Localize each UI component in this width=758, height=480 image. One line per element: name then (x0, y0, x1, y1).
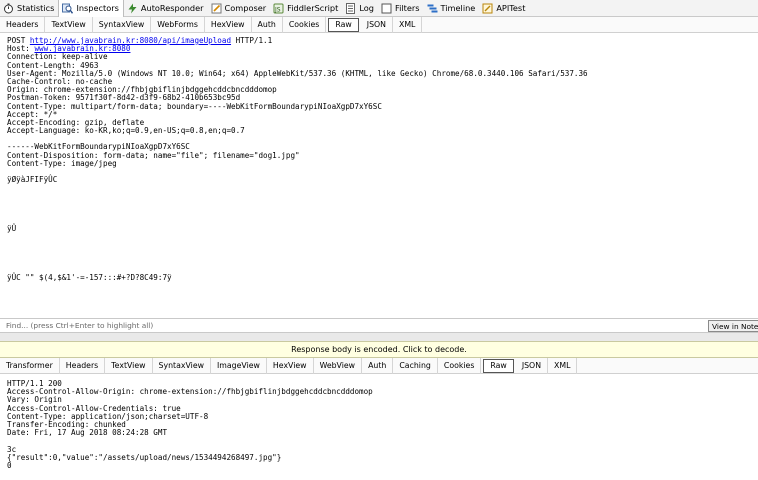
request-line: ÿÛ (7, 225, 758, 233)
request-tab-raw[interactable]: Raw (328, 17, 359, 32)
main-tab-timeline[interactable]: Timeline (424, 0, 480, 17)
view-in-notepad-button[interactable]: View in Notepad (708, 320, 758, 332)
response-line (7, 437, 758, 445)
response-line: 0 (7, 460, 12, 470)
pencil-icon (211, 3, 222, 14)
request-line-text: ÿÛ (7, 224, 17, 234)
response-line: Date: Fri, 17 Aug 2018 08:24:28 GMT (7, 428, 168, 438)
main-tab-apitest[interactable]: APITest (479, 0, 529, 17)
main-tab-log[interactable]: Log (342, 0, 378, 17)
response-tab-bar: Transformer Headers TextView SyntaxView Imag… (0, 357, 758, 374)
response-tab-syntaxview[interactable]: SyntaxView (153, 357, 211, 374)
request-line (7, 193, 758, 201)
request-line-text: Content-Type: multipart/form-data; bound… (7, 101, 382, 111)
request-line (7, 217, 758, 225)
request-line (7, 242, 758, 250)
request-line: Connection: keep-alive (7, 53, 758, 61)
request-tab-auth[interactable]: Auth (252, 16, 283, 33)
request-line (7, 250, 758, 258)
request-line (7, 234, 758, 242)
request-line: ÿÛC "" $(4,$&1'-=-157:::#+?D?8C49:7ÿ (7, 274, 758, 282)
request-line (7, 184, 758, 192)
request-line (7, 291, 758, 299)
request-line-text: Content-Type: image/jpeg (7, 158, 117, 168)
request-line (7, 201, 758, 209)
magnifier-icon (62, 3, 74, 14)
response-tab-json[interactable]: JSON (516, 357, 549, 374)
response-tab-hexview[interactable]: HexView (267, 357, 314, 374)
main-tab-label: Timeline (440, 3, 476, 13)
main-tab-label: Log (359, 3, 374, 13)
response-tab-auth[interactable]: Auth (362, 357, 394, 374)
response-tab-cookies[interactable]: Cookies (438, 357, 482, 374)
main-tab-label: Statistics (17, 3, 55, 13)
request-tab-json[interactable]: JSON (361, 16, 393, 33)
request-tab-headers[interactable]: Headers (0, 16, 46, 33)
request-line (7, 168, 758, 176)
main-tab-statistics[interactable]: Statistics (0, 0, 58, 17)
main-tab-label: Composer (224, 3, 267, 13)
request-line: Accept-Language: ko-KR,ko;q=0.9,en-US;q=… (7, 126, 758, 136)
find-bar: Find... (press Ctrl+Enter to highlight a… (0, 318, 758, 333)
request-raw-pane[interactable]: POST http://www.javabrain.kr:8080/api/im… (0, 34, 758, 318)
main-tab-label: Inspectors (76, 3, 119, 13)
checkbox-icon (381, 3, 392, 14)
request-tab-textview[interactable]: TextView (45, 16, 93, 33)
request-tab-bar: Headers TextView SyntaxView WebForms HexView… (0, 16, 758, 33)
request-tab-syntaxview[interactable]: SyntaxView (93, 16, 152, 33)
timeline-icon (427, 3, 438, 14)
request-line-text: ÿØÿàJFIFÿÛC (7, 175, 76, 185)
request-line (7, 307, 758, 315)
request-line (7, 299, 758, 307)
request-line: Content-Type: multipart/form-data; bound… (7, 101, 758, 111)
response-line: {"result":0,"value":"/assets/upload/news… (7, 452, 282, 462)
main-tab-label: APITest (496, 3, 526, 13)
request-line-suffix: HTTP/1.1 (231, 36, 273, 45)
main-tab-filters[interactable]: Filters (378, 0, 424, 17)
request-line-text: Accept-Language: ko-KR,ko;q=0.9,en-US;q=… (7, 126, 245, 136)
request-tab-webforms[interactable]: WebForms (151, 16, 205, 33)
script-icon: JS (273, 3, 284, 14)
request-tab-hexview[interactable]: HexView (205, 16, 252, 33)
request-line: Content-Disposition: form-data; name="fi… (7, 151, 758, 160)
response-tab-imageview[interactable]: ImageView (211, 357, 267, 374)
request-tab-cookies[interactable]: Cookies (283, 16, 327, 33)
response-tab-textview[interactable]: TextView (105, 357, 153, 374)
request-line: ÿØÿàJFIFÿÛC (7, 176, 758, 184)
response-tab-raw[interactable]: Raw (483, 358, 514, 373)
lightning-icon (127, 3, 138, 14)
main-tab-composer[interactable]: Composer (208, 0, 271, 17)
request-tab-xml[interactable]: XML (393, 16, 423, 33)
stopwatch-icon (3, 3, 14, 14)
request-line: Host: www.javabrain.kr:8080 (7, 45, 758, 53)
request-line (7, 283, 758, 291)
svg-text:JS: JS (274, 6, 281, 13)
main-tab-label: AutoResponder (140, 3, 204, 13)
main-tab-label: FiddlerScript (287, 3, 339, 13)
response-line: Access-Control-Allow-Origin: chrome-exte… (7, 387, 373, 397)
main-tab-fiddlerscript[interactable]: JS FiddlerScript (270, 0, 342, 17)
main-tab-autoresponder[interactable]: AutoResponder (124, 0, 208, 17)
response-tab-transformer[interactable]: Transformer (0, 357, 60, 374)
response-tab-headers[interactable]: Headers (60, 357, 106, 374)
request-line: User-Agent: Mozilla/5.0 (Windows NT 10.0… (7, 69, 758, 78)
pane-splitter[interactable] (0, 333, 758, 341)
request-line: Content-Type: image/jpeg (7, 158, 758, 168)
response-tab-xml[interactable]: XML (548, 357, 578, 374)
response-tab-caching[interactable]: Caching (393, 357, 438, 374)
decode-notice-bar[interactable]: Response body is encoded. Click to decod… (0, 341, 758, 358)
main-tab-inspectors[interactable]: Inspectors (58, 0, 124, 17)
request-line (7, 209, 758, 217)
main-tab-bar: Statistics Inspectors AutoResponder Compose… (0, 0, 758, 17)
api-icon (482, 3, 493, 14)
find-input[interactable]: Find... (press Ctrl+Enter to highlight a… (6, 320, 701, 331)
log-icon (345, 2, 356, 14)
response-tab-webview[interactable]: WebView (314, 357, 363, 374)
request-line (7, 258, 758, 266)
response-raw-pane[interactable]: HTTP/1.1 200 Access-Control-Allow-Origin:… (0, 375, 758, 480)
request-line-text: ÿÛC "" $(4,$&1'-=-157:::#+?D?8C49:7ÿ (7, 273, 172, 283)
main-tab-label: Filters (394, 3, 420, 13)
